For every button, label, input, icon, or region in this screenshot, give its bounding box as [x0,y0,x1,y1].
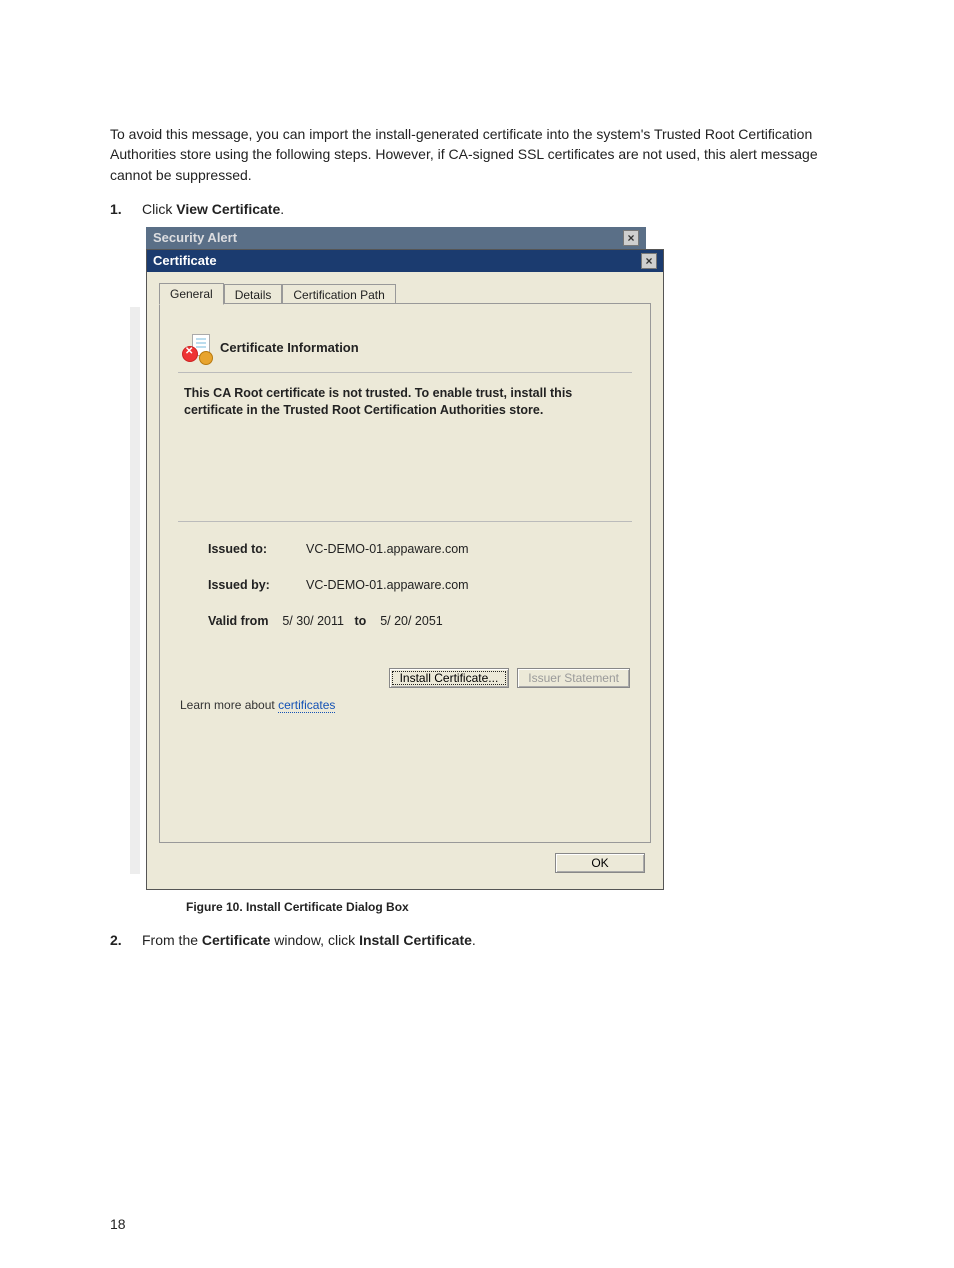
trust-warning-message: This CA Root certificate is not trusted.… [178,373,632,513]
vertical-shadow [130,307,140,874]
issued-to-label: Issued to: [208,542,296,556]
tab-panel-general: Certificate Information This CA Root cer… [159,303,651,843]
certificate-window: Certificate × General Details Certificat… [146,249,664,890]
separator [178,521,632,522]
step-2-suffix: . [472,932,476,948]
dialog-screenshot: Security Alert × Certificate × General D… [146,227,844,914]
issued-by-row: Issued by: VC-DEMO-01.appaware.com [178,574,632,610]
step-2-number: 2. [110,932,128,948]
step-2: 2. From the Certificate window, click In… [110,932,844,948]
step-2-mid: window, click [270,932,359,948]
figure-caption: Figure 10. Install Certificate Dialog Bo… [146,890,844,914]
certificate-titlebar: Certificate × [147,250,663,272]
close-icon[interactable]: × [641,253,657,269]
step-2-prefix: From the [142,932,202,948]
learn-more-row: Learn more about certificates [178,694,632,714]
security-alert-titlebar: Security Alert × [146,227,646,249]
step-1: 1. Click View Certificate. [110,201,844,217]
step-1-prefix: Click [142,201,176,217]
certificate-title: Certificate [153,250,217,272]
cert-info-header: Certificate Information [178,328,632,373]
step-2-text: From the Certificate window, click Insta… [142,932,844,948]
issued-to-row: Issued to: VC-DEMO-01.appaware.com [178,538,632,574]
issued-by-label: Issued by: [208,578,296,592]
close-icon[interactable]: × [623,230,639,246]
ok-button[interactable]: OK [555,853,645,873]
issued-by-value: VC-DEMO-01.appaware.com [306,578,469,592]
tab-details[interactable]: Details [224,284,283,305]
tab-general[interactable]: General [159,283,224,305]
tab-certification-path[interactable]: Certification Path [282,284,395,305]
learn-more-prefix: Learn more about [180,698,278,712]
tab-strip: General Details Certification Path [159,282,651,304]
valid-to-label: to [354,614,366,628]
valid-from-value: 5/ 30/ 2011 [282,614,344,628]
step-1-suffix: . [280,201,284,217]
certificate-body: General Details Certification Path Certi… [147,272,663,889]
valid-from-row: Valid from 5/ 30/ 2011 to 5/ 20/ 2051 [178,610,632,646]
certificates-link[interactable]: certificates [278,698,335,713]
valid-from-label: Valid from [208,614,268,628]
step-1-number: 1. [110,201,128,217]
certificate-error-icon [182,334,210,362]
step-2-bold1: Certificate [202,932,270,948]
valid-to-value: 5/ 20/ 2051 [380,614,443,628]
issuer-statement-button: Issuer Statement [517,668,630,688]
intro-paragraph: To avoid this message, you can import th… [110,124,844,185]
security-alert-title: Security Alert [153,227,237,249]
step-1-bold: View Certificate [176,201,280,217]
cert-info-heading-text: Certificate Information [220,340,359,355]
ok-row: OK [159,843,651,877]
issued-to-value: VC-DEMO-01.appaware.com [306,542,469,556]
cert-buttons-row: Install Certificate... Issuer Statement [178,646,632,694]
step-1-text: Click View Certificate. [142,201,844,217]
step-2-bold2: Install Certificate [359,932,472,948]
page-number: 18 [110,1216,126,1232]
install-certificate-button[interactable]: Install Certificate... [389,668,510,688]
